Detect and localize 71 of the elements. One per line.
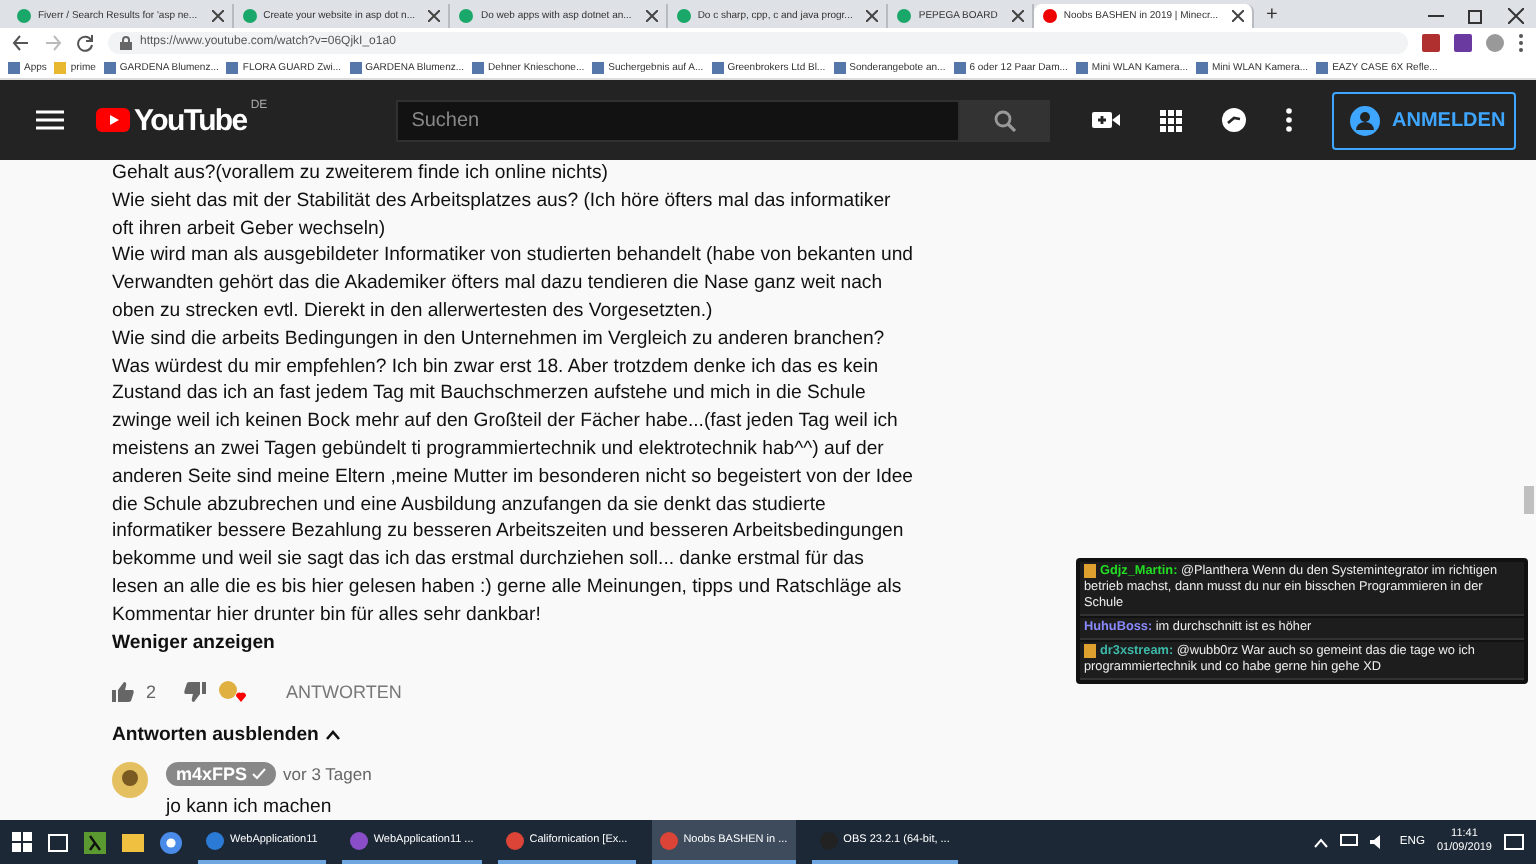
page-icon xyxy=(953,61,966,73)
favicon-icon xyxy=(896,8,913,24)
favicon-icon xyxy=(675,8,692,24)
page-icon xyxy=(472,61,485,73)
reply-text: jo kann ich machen xyxy=(166,795,334,818)
play-logo-icon[interactable] xyxy=(96,108,130,132)
scrollbar-thumb[interactable] xyxy=(1524,486,1534,514)
page-icon xyxy=(833,61,846,73)
sign-in-button[interactable]: ANMELDEN xyxy=(1332,91,1516,149)
lambda-app-icon[interactable] xyxy=(84,831,106,853)
page-icon xyxy=(349,61,362,73)
reload-icon[interactable] xyxy=(76,33,94,51)
page-icon xyxy=(1196,61,1208,73)
hide-replies-link[interactable]: Antworten ausblenden xyxy=(112,723,341,746)
verified-check-icon xyxy=(251,767,266,780)
chat-bubble-icon[interactable] xyxy=(1222,108,1246,132)
new-tab-button[interactable]: + xyxy=(1254,4,1290,28)
account-icon xyxy=(1350,105,1380,135)
app-icon xyxy=(505,831,524,849)
app-icon xyxy=(349,831,368,849)
page-icon xyxy=(592,61,605,73)
lock-icon xyxy=(120,35,132,49)
page-icon xyxy=(226,61,239,73)
close-icon[interactable] xyxy=(1011,10,1024,22)
chevron-up-icon[interactable] xyxy=(1313,837,1328,847)
more-icon[interactable] xyxy=(1286,108,1292,132)
network-icon[interactable] xyxy=(1339,834,1358,850)
browser-icon[interactable] xyxy=(160,831,182,853)
folder-icon[interactable] xyxy=(122,833,144,851)
favicon-icon xyxy=(458,8,475,24)
windows-start-icon[interactable] xyxy=(12,832,32,852)
favicon-icon xyxy=(241,8,258,24)
page-icon xyxy=(1316,61,1329,73)
search-icon xyxy=(993,109,1016,131)
close-icon[interactable] xyxy=(428,10,441,22)
favicon-icon xyxy=(16,8,32,24)
avatar-icon xyxy=(112,761,148,798)
app-icon xyxy=(659,831,678,849)
reply-button[interactable]: ANTWORTEN xyxy=(274,681,414,702)
close-icon[interactable] xyxy=(645,10,658,22)
restore-icon[interactable] xyxy=(1468,8,1484,24)
author-chip[interactable]: m4xFPS xyxy=(166,761,276,786)
region-label: DE xyxy=(250,99,268,111)
menu-icon[interactable] xyxy=(1518,33,1524,51)
page-icon xyxy=(103,61,116,73)
close-icon[interactable] xyxy=(211,10,224,22)
notification-icon[interactable] xyxy=(1504,833,1524,851)
folder-icon xyxy=(54,61,67,73)
favicon-icon xyxy=(1041,8,1058,24)
search-field[interactable]: Suchen xyxy=(395,99,960,141)
task-view-icon[interactable] xyxy=(48,833,68,851)
close-icon[interactable] xyxy=(1508,8,1524,24)
menu-icon[interactable] xyxy=(36,110,64,130)
reply-time: vor 3 Tagen xyxy=(283,763,372,784)
page-icon xyxy=(711,61,724,73)
comment-text: Gehalt aus?(vorallem zu zweiterem finde ich online nichts) Wie sieht das mit der Stabilität des Arbeitsplatzes aus? (Ich höre öfters mal das informatiker oft ihren arbeit Geber wechseln) Wie wird man als ausgebildeter Informatiker von studierten behandelt (habe von bekanten und Verwandten gehört das die Akademiker öfters mal dazu tendieren die Nase ganz weit nach oben zu strecken evtl. Dierekt in den allerwertesten des Vorgesetzten.) Wie sind die arbeits Bedingungen in den Unternehmen im Vergleich zu anderen branchen? Was würdest du mir empfehlen? Ich bin zwar erst 18. Aber trotzdem denke ich das es kein Zustand das ich an fast jedem Tag mit Bauchschmerzen aufstehe und mich in die Schule zwinge weil ich keinen Bock mehr auf den Großteil der Fächer habe...(fast jeden Tag weil ich meistens an zwei Tagen gebündelt ti programmiertechnik und elektrotechnik hab^^) auf der anderen Seite sind meine Eltern ,meine Mutter im besonderen nicht so begeistert von der Idee die Schule abzubrechen und eine Ausbildung anzufangen da sie denkt das studierte informatiker bessere Bezahlung zu besseren Arbeitszeiten und besseren Arbeitsbedingungen bekomme und weil sie sagt das ich das erstmal durchziehen soll... danke erstmal für das lesen an alle die es bis hier gelesen haben :) gerne alle Meinungen, tipps und Ratschläge als Kommentar hier drunter bin für alles sehr dankbar! xyxy=(112,160,916,630)
profile-icon[interactable] xyxy=(1486,33,1504,51)
like-count: 2 xyxy=(146,681,157,702)
app-icon xyxy=(206,831,224,849)
close-icon[interactable] xyxy=(866,10,879,22)
caret-icon xyxy=(326,729,341,740)
show-less-link[interactable]: Weniger anzeigen xyxy=(112,631,275,654)
back-icon[interactable] xyxy=(12,33,30,51)
search-button[interactable] xyxy=(959,99,1050,141)
logo-text[interactable]: YouTube xyxy=(134,103,247,137)
thumbs-up-icon[interactable] xyxy=(112,681,134,702)
thumbs-down-icon[interactable] xyxy=(184,681,207,702)
close-icon[interactable] xyxy=(1232,10,1244,22)
avatar-heart-icon[interactable] xyxy=(218,679,247,704)
page-icon xyxy=(1075,61,1088,73)
video-camera-icon[interactable] xyxy=(1092,110,1120,130)
